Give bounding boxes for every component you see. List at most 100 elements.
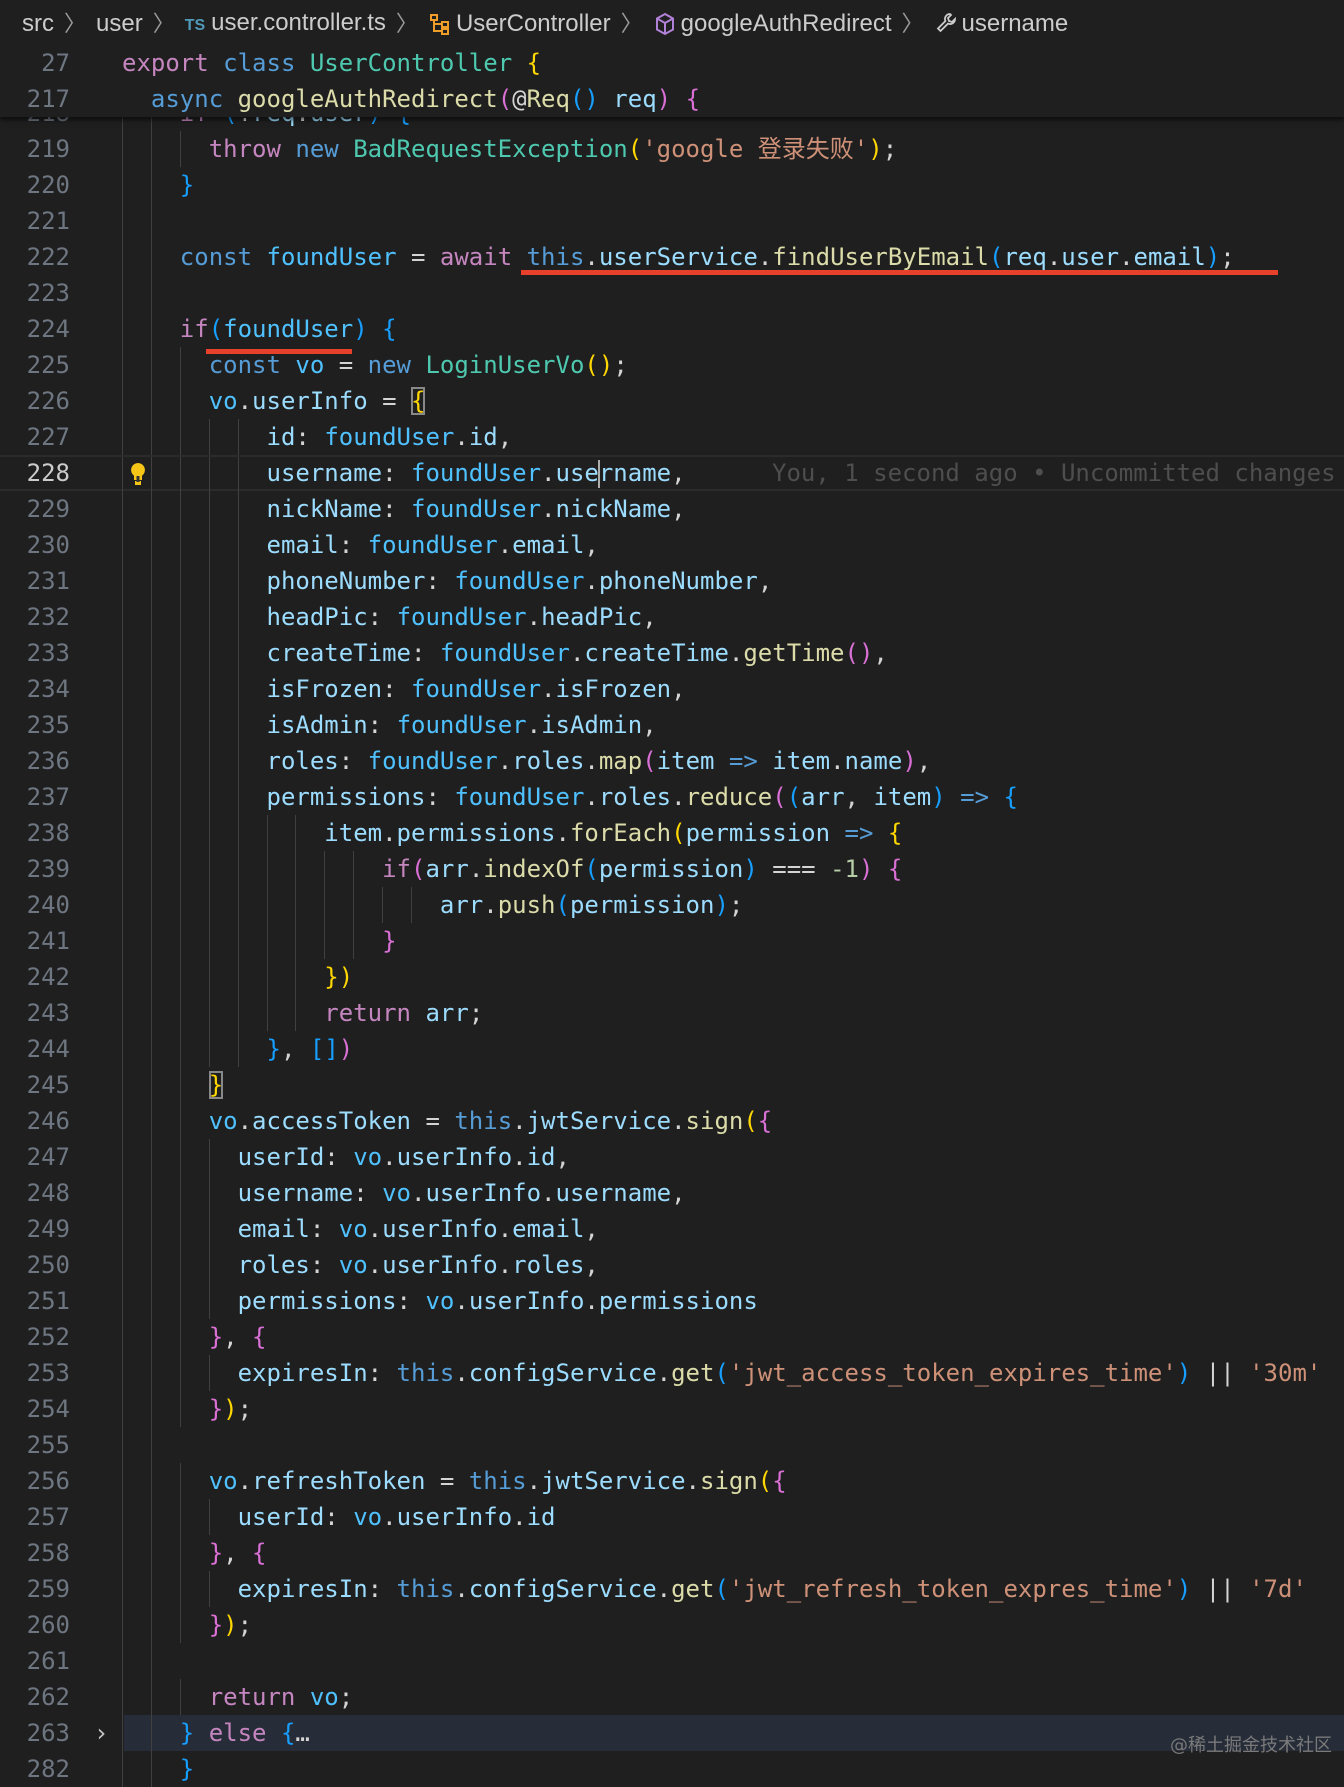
breadcrumb-item-user[interactable]: user bbox=[96, 6, 143, 42]
code-token: . bbox=[526, 602, 542, 631]
indent-guide bbox=[208, 706, 210, 743]
indent-guide bbox=[179, 994, 181, 1031]
code-line[interactable]: 232 headPic: foundUser.headPic, bbox=[0, 598, 1344, 635]
code-line[interactable]: 256 vo.refreshToken = this.jwtService.sig… bbox=[0, 1462, 1344, 1499]
code-line[interactable]: 242}) bbox=[0, 958, 1344, 995]
indent-guide bbox=[208, 958, 210, 995]
breadcrumb-item-class[interactable]: UserController bbox=[428, 6, 611, 42]
indent-guide bbox=[237, 850, 239, 887]
line-number: 239 bbox=[26, 854, 70, 883]
code-line[interactable]: 234 isFrozen: foundUser.isFrozen, bbox=[0, 670, 1344, 707]
indent-guide bbox=[353, 850, 355, 887]
line-number: 236 bbox=[26, 746, 70, 775]
code-token: . bbox=[497, 1214, 513, 1243]
breadcrumb-item-property[interactable]: username bbox=[934, 6, 1068, 42]
code-content: expiresIn: this.configService.get('jwt_a… bbox=[238, 1355, 1322, 1391]
code-line[interactable]: 260}); bbox=[0, 1606, 1344, 1643]
code-line[interactable]: 225 const vo = new LoginUserVo(); bbox=[0, 346, 1344, 383]
code-line[interactable]: 261 bbox=[0, 1642, 1344, 1679]
code-token: , bbox=[671, 674, 686, 703]
code-line[interactable]: 262 return vo; bbox=[0, 1678, 1344, 1715]
code-token: jwtService bbox=[541, 1466, 686, 1495]
code-line[interactable]: 254}); bbox=[0, 1390, 1344, 1427]
code-token: email bbox=[1133, 242, 1206, 271]
code-content: permissions: vo.userInfo.permissions bbox=[238, 1283, 758, 1319]
code-line[interactable]: 227 id: foundUser.id, bbox=[0, 418, 1344, 455]
code-line[interactable]: 250 roles: vo.userInfo.roles, bbox=[0, 1246, 1344, 1283]
code-token: . bbox=[656, 1574, 672, 1603]
code-line[interactable]: 217 async googleAuthRedirect(@Req() req) … bbox=[0, 81, 1344, 117]
line-number: 257 bbox=[26, 1502, 70, 1531]
code-token: ) bbox=[1176, 1574, 1192, 1603]
breadcrumb-item-src[interactable]: src bbox=[22, 6, 54, 42]
code-line[interactable]: 255 bbox=[0, 1426, 1344, 1463]
code-line[interactable]: 221 bbox=[0, 202, 1344, 239]
code-line[interactable]: 258}, { bbox=[0, 1534, 1344, 1571]
line-number: 253 bbox=[26, 1358, 70, 1387]
indent-guide bbox=[122, 1498, 123, 1535]
code-token: foundUser bbox=[411, 674, 542, 703]
code-line[interactable]: 238 item.permissions.forEach(permission =… bbox=[0, 814, 1344, 851]
code-token: foundUser bbox=[411, 458, 542, 487]
code-line[interactable]: 252}, { bbox=[0, 1318, 1344, 1355]
line-number: 230 bbox=[26, 530, 70, 559]
indent-guide bbox=[150, 346, 152, 383]
code-line[interactable]: 251 permissions: vo.userInfo.permissions bbox=[0, 1282, 1344, 1319]
code-token: async bbox=[150, 85, 238, 113]
code-content: async googleAuthRedirect(@Req() req) { bbox=[151, 81, 700, 117]
code-line[interactable]: 247 userId: vo.userInfo.id, bbox=[0, 1138, 1344, 1175]
code-line[interactable]: 220} bbox=[0, 166, 1344, 203]
fold-chevron-icon[interactable]: › bbox=[94, 1715, 108, 1751]
code-token: ) bbox=[902, 746, 917, 775]
code-line[interactable]: 224 if(foundUser) { bbox=[0, 310, 1344, 347]
code-editor[interactable]: 218if (!req.user) {219throw new BadReque… bbox=[0, 0, 1344, 1787]
code-line[interactable]: 27 export class UserController { bbox=[0, 45, 1344, 81]
code-line[interactable]: 236 roles: foundUser.roles.map(item => it… bbox=[0, 742, 1344, 779]
code-line[interactable]: 259 expiresIn: this.configService.get('jw… bbox=[0, 1570, 1344, 1607]
code-line[interactable]: 249 email: vo.userInfo.email, bbox=[0, 1210, 1344, 1247]
code-content: vo.userInfo = { bbox=[209, 383, 426, 419]
breadcrumb-item-method[interactable]: googleAuthRedirect bbox=[653, 6, 891, 42]
code-line[interactable]: 248 username: vo.userInfo.username, bbox=[0, 1174, 1344, 1211]
code-token: @ bbox=[512, 85, 527, 113]
indent-guide bbox=[179, 346, 181, 383]
code-token: . bbox=[584, 566, 599, 595]
code-line[interactable]: 263} else {… › bbox=[27, 1714, 1344, 1751]
code-line[interactable]: 223 bbox=[0, 274, 1344, 311]
code-line[interactable]: 244}, []) bbox=[0, 1030, 1344, 1067]
indent-guide bbox=[150, 1498, 152, 1535]
code-line[interactable]: 245} bbox=[0, 1066, 1344, 1103]
code-token: ; bbox=[338, 1682, 354, 1711]
code-line[interactable]: 229 nickName: foundUser.nickName, bbox=[0, 490, 1344, 527]
code-line[interactable]: 240 arr.push(permission); bbox=[0, 886, 1344, 923]
code-line[interactable]: 257 userId: vo.userInfo.id bbox=[0, 1498, 1344, 1535]
code-line[interactable]: 243 return arr; bbox=[0, 994, 1344, 1031]
code-content: item.permissions.forEach(permission => { bbox=[324, 815, 902, 851]
indent-guide bbox=[179, 382, 181, 419]
code-line[interactable]: 230 email: foundUser.email, bbox=[0, 526, 1344, 563]
code-token: this bbox=[396, 1358, 455, 1387]
code-line[interactable]: 235 isAdmin: foundUser.isAdmin, bbox=[0, 706, 1344, 743]
indent-guide bbox=[122, 1570, 123, 1607]
code-line[interactable]: 233 createTime: foundUser.createTime.getT… bbox=[0, 634, 1344, 671]
code-token: googleAuthRedirect bbox=[237, 85, 498, 113]
code-content: roles: vo.userInfo.roles, bbox=[238, 1247, 599, 1283]
code-line[interactable]: 228 username: foundUser.username, You, 1 s… bbox=[0, 454, 1344, 493]
lightbulb-icon[interactable] bbox=[128, 457, 148, 493]
breadcrumb-item-file[interactable]: TS user.controller.ts bbox=[185, 5, 386, 44]
code-token: : bbox=[295, 422, 325, 451]
code-line[interactable]: 241} bbox=[0, 922, 1344, 959]
code-line[interactable]: 219 throw new BadRequestException('google… bbox=[0, 130, 1344, 167]
code-token: vo bbox=[208, 1106, 238, 1135]
code-line[interactable]: 282} bbox=[0, 1750, 1344, 1787]
code-line[interactable]: 231 phoneNumber: foundUser.phoneNumber, bbox=[0, 562, 1344, 599]
line-number: 255 bbox=[26, 1430, 70, 1459]
code-line[interactable]: 246 vo.accessToken = this.jwtService.sign… bbox=[0, 1102, 1344, 1139]
code-token: , bbox=[584, 1214, 599, 1243]
code-line[interactable]: 237 permissions: foundUser.roles.reduce((… bbox=[0, 778, 1344, 815]
code-line[interactable]: 226 vo.userInfo = { bbox=[0, 382, 1344, 419]
code-line[interactable]: 253 expiresIn: this.configService.get('jw… bbox=[0, 1354, 1344, 1391]
code-line[interactable]: 239 if(arr.indexOf(permission) === -1) { bbox=[0, 850, 1344, 887]
code-content: expiresIn: this.configService.get('jwt_r… bbox=[238, 1571, 1307, 1607]
